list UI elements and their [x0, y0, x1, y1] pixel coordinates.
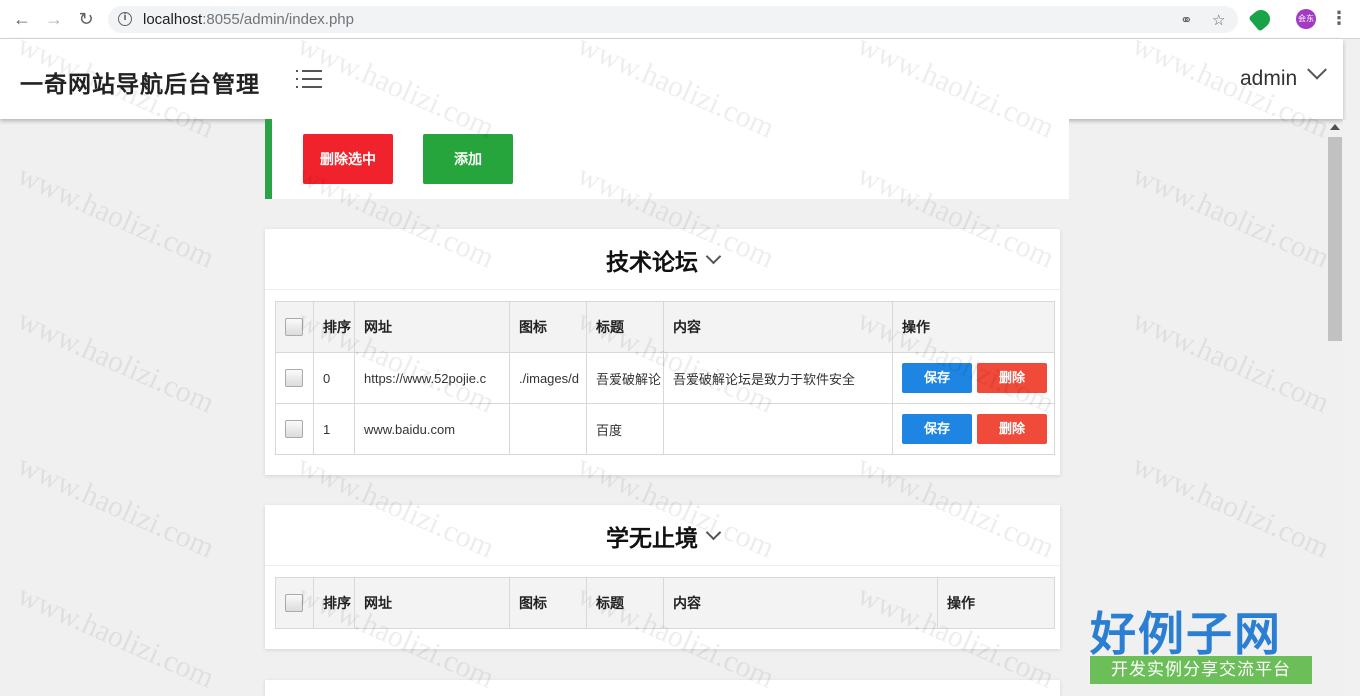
delete-button[interactable]: 删除 [977, 414, 1047, 444]
links-table: 排序 网址 图标 标题 内容 操作 [275, 577, 1055, 629]
category-panel: 技术论坛 排序 网址 图标 标题 内容 操作 0 https://www.52p… [265, 229, 1060, 475]
url-text[interactable]: localhost:8055/admin/index.php [143, 11, 354, 28]
chevron-down-icon[interactable] [705, 248, 722, 265]
delete-selected-button[interactable]: 删除选中 [303, 134, 393, 184]
category-title[interactable]: 学无止境 [265, 519, 1060, 553]
column-header: 图标 [509, 301, 587, 353]
title-cell[interactable]: 百度 [586, 403, 664, 455]
column-header: 标题 [586, 577, 664, 629]
menu-toggle-icon[interactable] [296, 67, 322, 91]
site-title: 一奇网站导航后台管理 [20, 71, 260, 97]
watermark-text: www.haolizi.com [1127, 158, 1335, 275]
url-cell[interactable]: www.baidu.com [354, 403, 510, 455]
watermark-text: www.haolizi.com [1127, 303, 1335, 420]
watermark-text: www.haolizi.com [12, 303, 220, 420]
delete-button[interactable]: 删除 [977, 363, 1047, 393]
column-header: 网址 [354, 301, 510, 353]
info-icon[interactable]: i [118, 12, 132, 26]
star-icon[interactable]: ☆ [1212, 11, 1225, 29]
url-cell[interactable]: https://www.52pojie.c [354, 352, 510, 404]
back-arrow-icon[interactable]: ← [12, 9, 32, 29]
browser-menu-icon[interactable]: ⋮ [1330, 8, 1348, 29]
add-button[interactable]: 添加 [423, 134, 513, 184]
profile-avatar[interactable]: 会东 [1296, 9, 1316, 29]
scroll-up-arrow-icon[interactable] [1330, 124, 1340, 130]
logo-tagline: 开发实例分享交流平台 [1090, 656, 1312, 684]
save-button[interactable]: 保存 [902, 414, 972, 444]
column-header: 内容 [663, 577, 938, 629]
order-cell[interactable]: 0 [313, 352, 355, 404]
category-panel: 学无止境 排序 网址 图标 标题 内容 操作 [265, 505, 1060, 649]
table-row: 0 https://www.52pojie.c ./images/d 吾爱破解论… [275, 352, 1055, 404]
content-cell[interactable]: 吾爱破解论坛是致力于软件安全 [663, 352, 893, 404]
table-header-row: 排序 网址 图标 标题 内容 操作 [275, 577, 1055, 629]
row-checkbox[interactable] [285, 420, 303, 438]
chevron-down-icon[interactable] [705, 524, 722, 541]
forward-arrow-icon[interactable]: → [44, 9, 64, 29]
extension-tag-icon[interactable] [1248, 6, 1274, 32]
column-header: 图标 [509, 577, 587, 629]
save-button[interactable]: 保存 [902, 363, 972, 393]
column-header: 排序 [313, 577, 355, 629]
watermark-text: www.haolizi.com [12, 578, 220, 695]
column-header: 操作 [892, 301, 1055, 353]
links-table: 排序 网址 图标 标题 内容 操作 0 https://www.52pojie.… [275, 301, 1055, 455]
watermark-text: www.haolizi.com [1127, 448, 1335, 565]
select-all-checkbox[interactable] [285, 318, 303, 337]
column-header: 网址 [354, 577, 510, 629]
order-cell[interactable]: 1 [313, 403, 355, 455]
content-cell[interactable] [663, 403, 893, 455]
address-bar[interactable]: i localhost:8055/admin/index.php ⚭ ☆ [108, 6, 1238, 33]
logo-main-text: 好例子网 [1090, 607, 1282, 661]
action-toolbar: 删除选中 添加 [265, 119, 1069, 199]
key-icon[interactable]: ⚭ [1180, 11, 1193, 29]
divider [265, 289, 1060, 290]
icon-cell[interactable] [509, 403, 587, 455]
category-panel [265, 680, 1060, 696]
row-checkbox[interactable] [285, 369, 303, 387]
table-row: 1 www.baidu.com 百度 保存 删除 [275, 403, 1055, 455]
column-header: 排序 [313, 301, 355, 353]
chevron-down-icon[interactable] [1307, 59, 1327, 80]
icon-cell[interactable]: ./images/d [509, 352, 587, 404]
category-title[interactable]: 技术论坛 [265, 243, 1060, 277]
divider [265, 565, 1060, 566]
admin-header: 一奇网站导航后台管理 admin [0, 39, 1343, 119]
user-name[interactable]: admin [1240, 67, 1297, 91]
scrollbar-thumb[interactable] [1328, 137, 1342, 341]
scrollbar-track[interactable] [1343, 120, 1360, 696]
watermark-text: www.haolizi.com [12, 158, 220, 275]
column-header: 标题 [586, 301, 664, 353]
table-header-row: 排序 网址 图标 标题 内容 操作 [275, 301, 1055, 353]
column-header: 内容 [663, 301, 893, 353]
site-logo: 好例子网 开发实例分享交流平台 [1088, 598, 1312, 686]
browser-toolbar: ← → ↻ i localhost:8055/admin/index.php ⚭… [0, 0, 1360, 39]
column-header: 操作 [937, 577, 1055, 629]
reload-icon[interactable]: ↻ [76, 9, 96, 29]
watermark-text: www.haolizi.com [12, 448, 220, 565]
title-cell[interactable]: 吾爱破解论 [586, 352, 664, 404]
select-all-checkbox[interactable] [285, 594, 303, 613]
